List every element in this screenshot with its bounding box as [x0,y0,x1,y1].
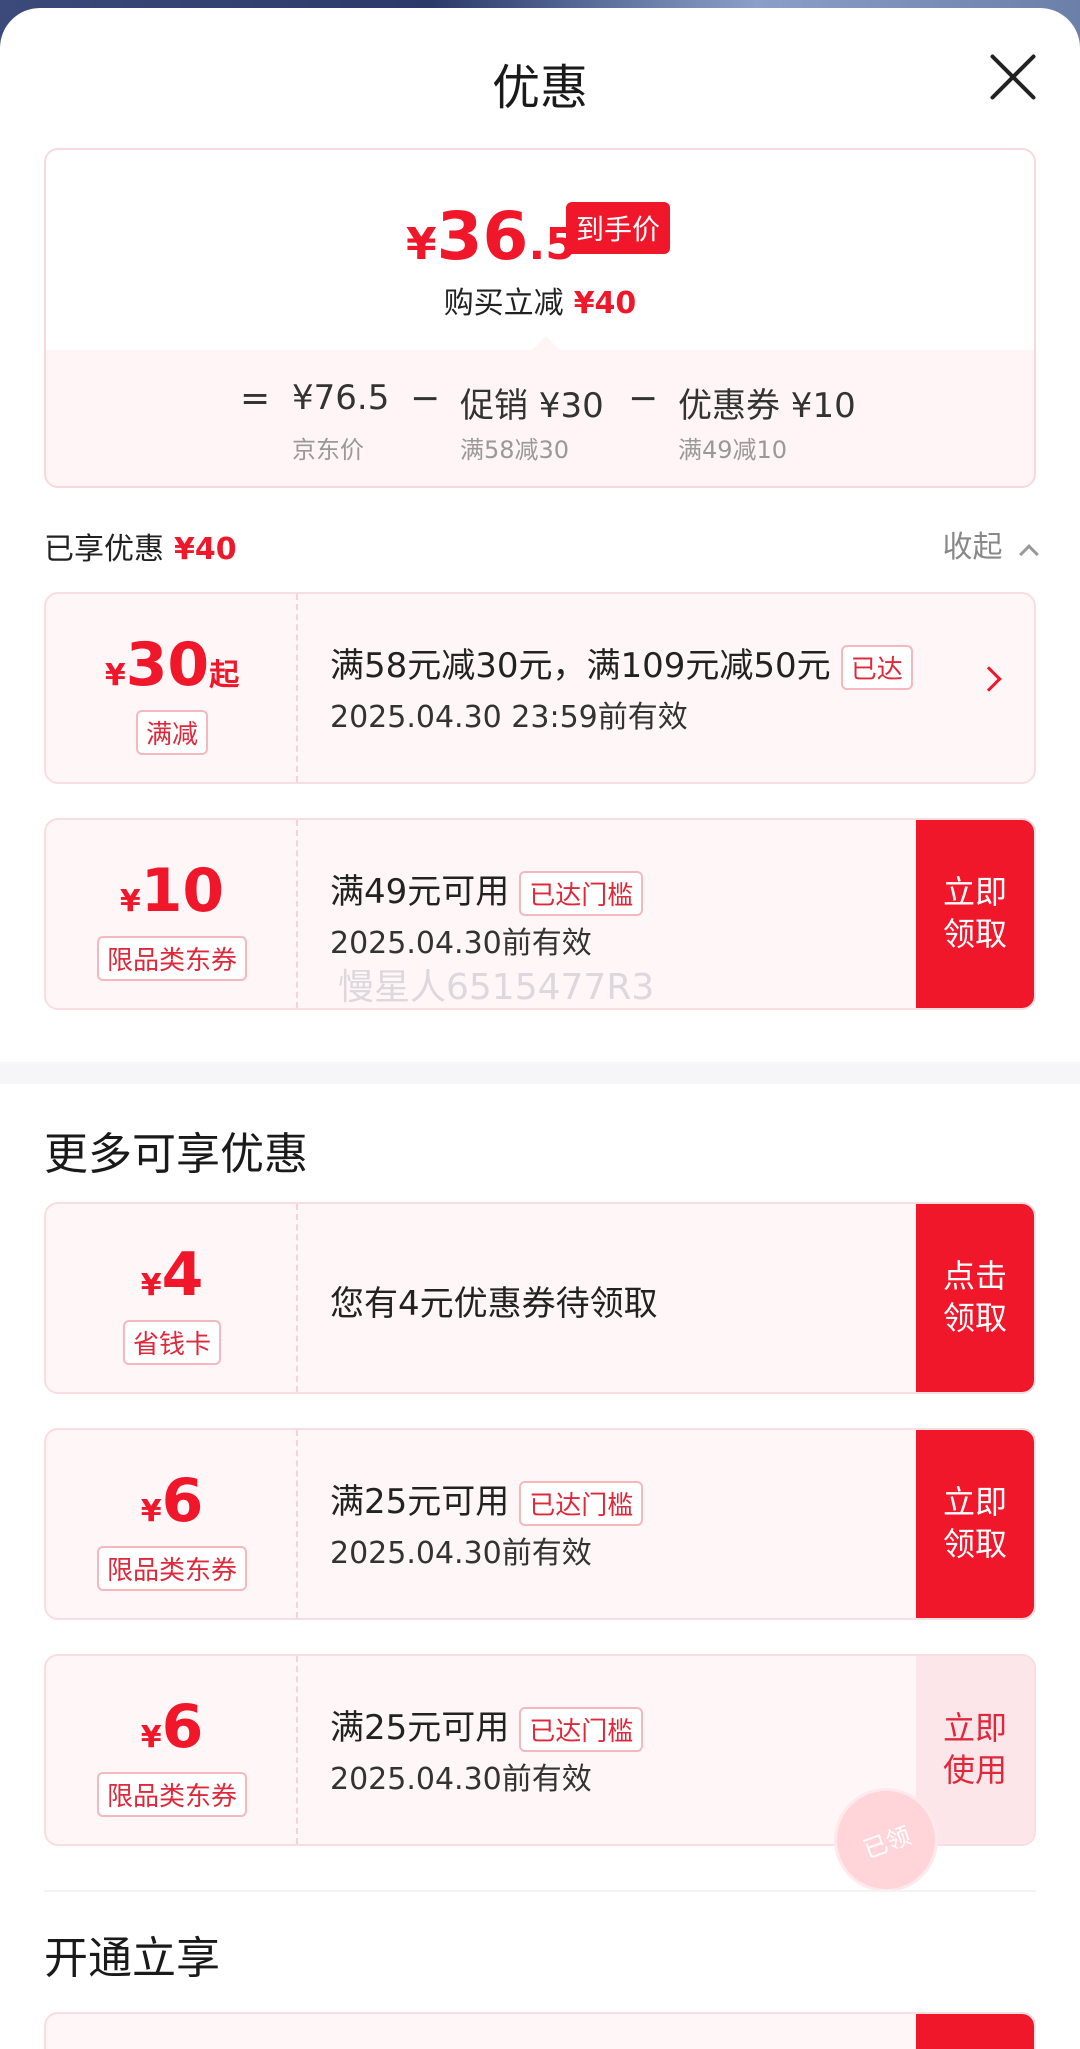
promo-value: 促销 ¥30 [460,386,604,426]
use-button[interactable]: 立即 使用 [916,1656,1034,1844]
jd-price-label: 京东价 [292,436,364,464]
coupon-card: ¥4 省钱卡 您有4元优惠券待领取 点击 领取 [44,1202,1036,1394]
coupon-value: 优惠券 ¥10 [678,386,856,426]
claim-button[interactable] [916,2014,1034,2049]
minus-sign: − [410,378,441,419]
coupon-type-tag: 省钱卡 [122,1320,221,1365]
final-price-tag: 到手价 [566,202,671,254]
coupon-amount: ¥6 [140,1466,204,1536]
coupon-desc: 您有4元优惠券待领取 [330,1284,658,1324]
chevron-up-icon [1019,544,1039,564]
claim-button[interactable]: 点击 领取 [916,1204,1034,1392]
threshold-badge: 已达门槛 [519,871,644,916]
coupon-amount: ¥4 [140,1240,204,1310]
coupon-amount: ¥30起 [104,630,240,700]
more-offers-title: 更多可享优惠 [44,1129,308,1180]
open-now-title: 开通立享 [44,1933,220,1984]
reduce-line: 购买立减 ¥40 [443,286,637,321]
coupon-desc: 满25元可用 已达门槛 [330,1474,644,1526]
jd-price: ¥76.5 [292,378,390,418]
coupon-desc: 满58元减30元，满109元减50元 已达 [330,638,913,690]
coupon-card [44,2012,1036,2049]
coupon-date: 2025.04.30前有效 [330,1536,592,1571]
price-summary: ¥ 36 .5 到手价 购买立减 ¥40 = ¥76.5 京东价 − 促销 ¥30… [44,148,1036,488]
threshold-badge: 已达门槛 [519,1707,644,1752]
coupon-date: 2025.04.30前有效 [330,926,592,961]
coupon-card: ¥6 限品类东券 满25元可用 已达门槛 2025.04.30前有效 立即 领取 [44,1428,1036,1620]
coupon-rule: 满49减10 [678,436,788,464]
claim-button[interactable]: 立即 领取 [916,820,1034,1008]
threshold-badge: 已达门槛 [519,1481,644,1526]
coupon-type-tag: 限品类东券 [96,1546,247,1591]
threshold-badge: 已达 [840,645,913,690]
final-price: ¥ 36 .5 [406,198,576,275]
coupon-type-tag: 限品类东券 [96,1772,247,1817]
promo-rule: 满58减30 [460,436,570,464]
coupon-desc: 满49元可用 已达门槛 [330,864,644,916]
promo-card[interactable]: ¥30起 满减 满58元减30元，满109元减50元 已达 2025.04.30 … [44,592,1036,784]
collapse-button[interactable]: 收起 [942,522,1039,566]
watermark: 慢星人6515477R3 [338,967,655,1008]
close-icon[interactable] [988,52,1038,102]
price-breakdown: = ¥76.5 京东价 − 促销 ¥30 满58减30 − 优惠券 ¥10 满4… [46,336,1034,486]
coupon-amount: ¥6 [140,1692,204,1762]
section-divider [0,1062,1080,1084]
sheet-header: 优惠 [0,8,1080,148]
coupon-date: 2025.04.30 23:59前有效 [330,700,688,735]
enjoyed-discount: 已享优惠 ¥40 [44,532,237,567]
minus-sign: − [628,378,659,419]
claim-button[interactable]: 立即 领取 [916,1430,1034,1618]
coupon-type-tag: 限品类东券 [96,936,247,981]
sheet-title: 优惠 [491,60,588,116]
coupon-sheet: 优惠 ¥ 36 .5 到手价 购买立减 ¥40 = ¥76.5 京东价 − 促销 … [0,8,1080,2049]
coupon-amount: ¥10 [119,856,225,926]
coupon-desc: 满25元可用 已达门槛 [330,1700,644,1752]
coupon-type-tag: 满减 [135,710,208,755]
coupon-date: 2025.04.30前有效 [330,1762,592,1797]
equals-sign: = [240,378,271,419]
